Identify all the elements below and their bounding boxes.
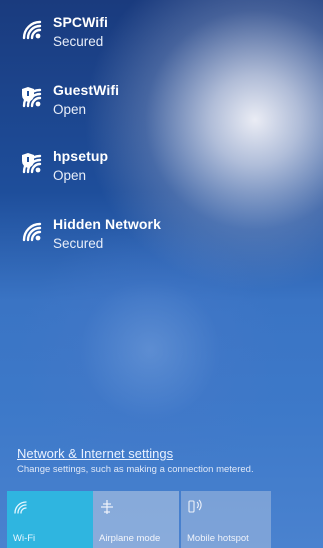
quick-action-tiles: Wi-Fi Airplane mode Mobile hotspot <box>7 491 317 548</box>
network-status: Open <box>53 102 87 117</box>
network-status: Secured <box>53 34 104 49</box>
wifi-toggle-tile[interactable]: Wi-Fi <box>7 491 93 548</box>
airplane-mode-tile[interactable]: Airplane mode <box>93 491 179 548</box>
network-item-spcwifi[interactable]: SPCWifi Secured <box>0 12 323 64</box>
network-settings-link[interactable]: Network & Internet settings <box>17 446 173 461</box>
network-name: SPCWifi <box>53 14 109 30</box>
network-status: Open <box>53 168 87 183</box>
network-flyout: SPCWifi Secured GuestWifi Open hpsetup O… <box>0 0 323 548</box>
wifi-signal-shield-icon <box>22 153 42 174</box>
network-name: GuestWifi <box>53 82 120 98</box>
wifi-icon <box>14 501 27 514</box>
network-item-hpsetup[interactable]: hpsetup Open <box>0 146 323 198</box>
wifi-signal-icon <box>22 20 42 40</box>
network-settings-description: Change settings, such as making a connec… <box>17 464 254 475</box>
network-status: Secured <box>53 236 104 251</box>
network-item-guestwifi[interactable]: GuestWifi Open <box>0 80 323 132</box>
tile-label: Mobile hotspot <box>187 533 249 544</box>
hotspot-icon <box>188 499 202 513</box>
wifi-signal-icon <box>22 222 42 242</box>
network-name: hpsetup <box>53 148 109 164</box>
tile-label: Airplane mode <box>99 533 161 544</box>
network-item-hidden-network[interactable]: Hidden Network Secured <box>0 214 323 266</box>
mobile-hotspot-tile[interactable]: Mobile hotspot <box>181 491 271 548</box>
network-name: Hidden Network <box>53 216 161 232</box>
tile-label: Wi-Fi <box>13 533 36 544</box>
wifi-signal-shield-icon <box>22 87 42 108</box>
airplane-icon <box>101 500 113 514</box>
